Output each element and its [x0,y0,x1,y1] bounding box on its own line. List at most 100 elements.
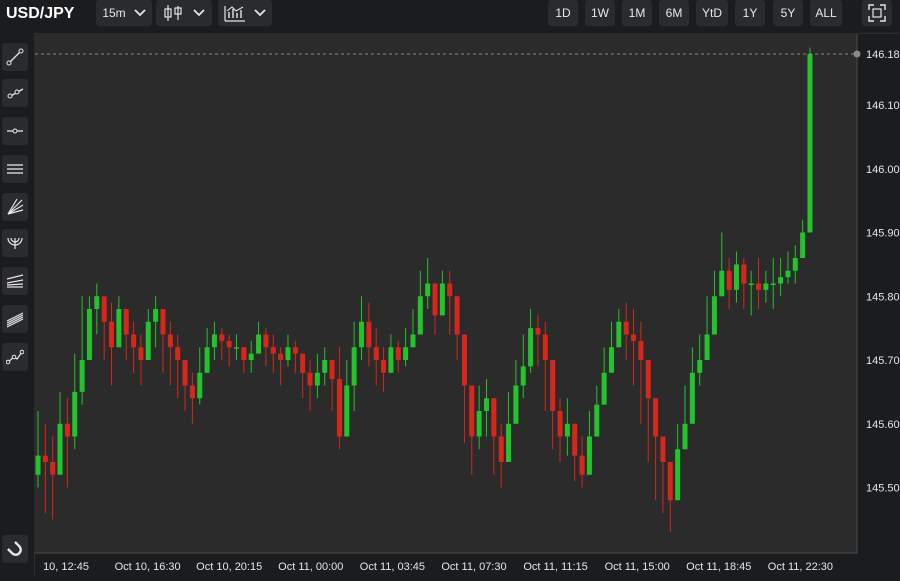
candle-body [579,455,585,475]
candle-body [623,321,629,335]
candle-body [72,391,78,437]
chevron-down-icon [193,9,205,17]
horizontal-line-tool[interactable] [2,117,28,145]
candle-body [682,423,688,450]
candle-body [447,283,453,297]
price-chart[interactable]: 146.18 146.10 146.00 145.90 145.80 145.70 145.… [35,34,900,576]
candle-body [667,462,673,501]
range-1m-button[interactable]: 1M [622,0,652,26]
range-ytd-button[interactable]: YtD [696,0,728,26]
candle-body [64,423,70,437]
candle-body [594,404,600,437]
candle-body [153,309,159,322]
chevron-down-icon [254,9,266,17]
candle-body [550,360,556,411]
candle-body [79,360,85,392]
candle-body [741,264,747,284]
x-tick-label: Oct 11, 15:00 [605,561,670,573]
candle-body [314,372,320,386]
candle-body [182,360,188,386]
range-1w-button[interactable]: 1W [585,0,615,26]
indicators-button[interactable] [218,0,272,26]
channel-tool[interactable] [2,305,28,333]
x-tick-label: Oct 11, 18:45 [686,561,751,573]
candle-body [778,277,784,284]
candle-body [454,296,460,335]
chart-type-selector[interactable] [156,0,212,26]
candle-body [711,296,717,335]
path-tool[interactable] [2,343,28,371]
y-tick-label: 146.00 [866,164,900,176]
x-tick-label: Oct 10, 16:30 [115,561,181,573]
candle-body [373,347,379,360]
candle-body [689,372,695,424]
candle-body [145,321,151,360]
candle-body [270,347,276,354]
x-tick-label: Oct 11, 00:00 [278,561,343,573]
candle-body [608,347,614,373]
candle-body [101,296,107,322]
x-tick-label: Oct 11, 22:30 [768,561,833,573]
channel-icon [6,312,24,328]
trend-line-icon [6,48,24,66]
candle-body [506,423,512,462]
candle-body [94,296,100,309]
candlestick-chart[interactable]: 146.18 146.10 146.00 145.90 145.80 145.70 145.… [35,34,900,576]
candle-body [219,334,225,341]
symbol-label[interactable]: USD/JPY [6,5,74,23]
indicators-icon [224,6,245,22]
candle-body [645,360,651,399]
candle-body [726,270,732,290]
parallel-channel-icon [7,164,23,174]
trend-line-tool[interactable] [2,43,28,71]
ray-tool[interactable] [2,79,28,107]
interval-selector[interactable]: 15m [96,0,152,26]
range-6m-button[interactable]: 6M [659,0,689,26]
x-tick-label: Oct 10, 20:15 [196,561,262,573]
range-all-button[interactable]: ALL [810,0,842,26]
candle-body [631,334,637,341]
candle-body [329,360,335,380]
candle-body [395,347,401,360]
x-tick-label: Oct 11, 03:45 [360,561,425,573]
x-tick-label: Oct 11, 11:15 [523,561,587,573]
candle-body [189,385,195,399]
x-tick-label: Oct 11, 07:30 [441,561,506,573]
y-tick-label: 146.18 [866,49,900,61]
range-5y-button[interactable]: 5Y [773,0,803,26]
candle-body [167,334,173,348]
candle-body [528,328,534,367]
range-1d-button[interactable]: 1D [548,0,578,26]
candle-body [256,334,262,354]
ray-icon [7,88,24,99]
candle-body [616,321,622,348]
parallel-channel-tool[interactable] [2,155,28,183]
last-price-dot [853,50,861,58]
candle-body [557,411,563,437]
candle-body [175,347,181,360]
candle-body [42,455,48,462]
candle-body [800,232,806,258]
fan-tool[interactable] [2,193,28,221]
magnet-icon [7,541,22,556]
candle [807,47,813,233]
path-icon [6,349,24,365]
arc-tool[interactable] [2,229,28,257]
chevron-down-icon [134,9,146,17]
candle-body [322,360,328,373]
range-1y-button[interactable]: 1Y [735,0,765,26]
candle-body [638,340,644,360]
candle-body [564,423,570,437]
pitchfork-tool[interactable] [2,267,28,295]
candle-body [770,283,776,285]
fullscreen-button[interactable] [862,0,892,26]
candle-body [733,264,739,290]
x-tick-label: 10, 12:45 [43,561,89,573]
magnet-tool[interactable] [2,535,28,563]
candlestick-icon [164,5,182,21]
candle-body [300,353,306,373]
candle-body [211,334,217,348]
candle-body [234,347,240,349]
candle-body [403,347,409,360]
candle-body [50,462,56,475]
